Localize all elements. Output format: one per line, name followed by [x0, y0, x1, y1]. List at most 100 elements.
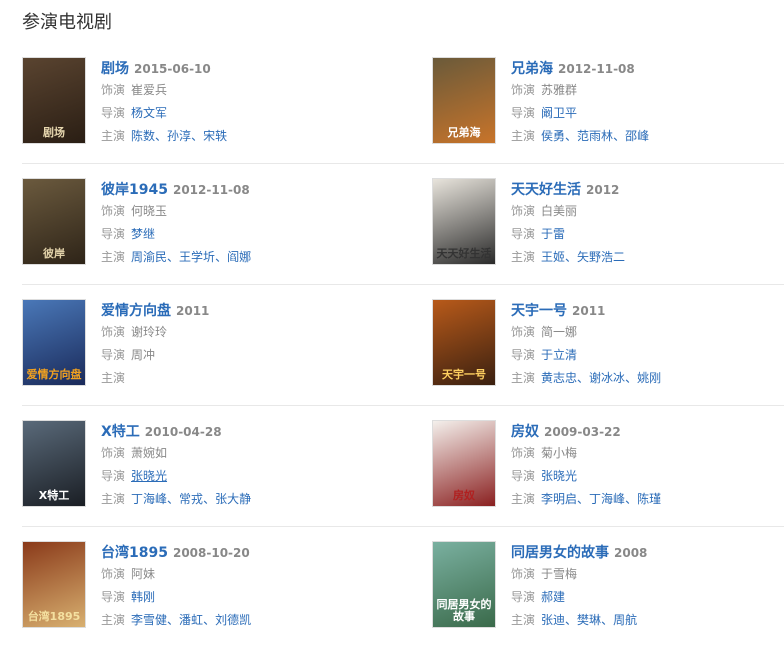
drama-release-date: 2011 [176, 304, 210, 318]
cast-member-link[interactable]: 潘虹 [179, 613, 203, 627]
drama-title-link[interactable]: 兄弟海 [511, 61, 553, 77]
drama-title-link[interactable]: 天天好生活 [511, 182, 581, 198]
drama-row: X特工 X特工 2010-04-28 饰演 萧婉如 导演 张晓光 主演 丁海峰、常戎、张大静 房奴… [0, 406, 784, 527]
drama-title-link[interactable]: 剧场 [101, 61, 129, 77]
drama-poster[interactable]: 天宇一号 [432, 299, 496, 386]
drama-info: 剧场 2015-06-10 饰演 崔爱兵 导演 杨文军 主演 陈数、孙淳、宋轶 [101, 57, 381, 148]
role-line: 饰演 简一娜 [511, 321, 784, 344]
director-link[interactable]: 阚卫平 [541, 106, 577, 120]
drama-title-link[interactable]: 爱情方向盘 [101, 303, 171, 319]
cast-separator: 、 [565, 613, 578, 627]
director-link[interactable]: 韩刚 [131, 590, 155, 604]
cast-separator: 、 [155, 129, 168, 143]
director-link[interactable]: 张晓光 [541, 469, 577, 483]
cast-member-link[interactable]: 黄志忠 [541, 371, 577, 385]
poster-title-art: 天天好生活 [436, 247, 492, 260]
drama-poster[interactable]: X特工 [22, 420, 86, 507]
cast-member-link[interactable]: 邵峰 [625, 129, 649, 143]
drama-title-link[interactable]: 台湾1895 [101, 545, 168, 561]
drama-card: 天天好生活 天天好生活 2012 饰演 白美丽 导演 于雷 主演 王姬、矢野浩二 [432, 178, 784, 268]
cast-member-link[interactable]: 樊琳 [577, 613, 601, 627]
cast-member-link[interactable]: 丁海峰 [589, 492, 625, 506]
role-label: 饰演 [511, 446, 536, 460]
drama-release-date: 2011 [572, 304, 606, 318]
cast-member-link[interactable]: 刘德凯 [215, 613, 251, 627]
cast-member-link[interactable]: 姚刚 [637, 371, 661, 385]
director-line: 导演 郝建 [511, 586, 784, 609]
role-name: 崔爱兵 [131, 83, 168, 97]
poster-image: 同居男女的故事 [433, 542, 495, 627]
drama-release-date: 2012-11-08 [558, 62, 635, 76]
role-name: 谢玲玲 [131, 325, 168, 339]
cast-separator: 、 [565, 250, 578, 264]
cast-member-link[interactable]: 周渝民 [131, 250, 167, 264]
cast-line: 主演 [101, 367, 381, 390]
role-name: 阿妹 [131, 567, 156, 581]
cast-member-link[interactable]: 谢冰冰 [589, 371, 625, 385]
role-line: 饰演 于雪梅 [511, 563, 784, 586]
role-label: 饰演 [101, 567, 126, 581]
cast-line: 主演 侯勇、范雨林、邵峰 [511, 125, 784, 148]
cast-member-link[interactable]: 王学圻 [179, 250, 215, 264]
director-link[interactable]: 于雷 [541, 227, 565, 241]
cast-line: 主演 黄志忠、谢冰冰、姚刚 [511, 367, 784, 390]
cast-member-link[interactable]: 范雨林 [577, 129, 613, 143]
cast-member-link[interactable]: 陈数 [131, 129, 155, 143]
drama-title-link[interactable]: 同居男女的故事 [511, 545, 609, 561]
director-link[interactable]: 张晓光 [131, 469, 167, 483]
drama-poster[interactable]: 同居男女的故事 [432, 541, 496, 628]
drama-title-link[interactable]: 房奴 [511, 424, 539, 440]
cast-member-link[interactable]: 李明启 [541, 492, 577, 506]
poster-title-art: 同居男女的故事 [436, 598, 492, 623]
drama-title-line: 兄弟海 2012-11-08 [511, 57, 784, 79]
drama-poster[interactable]: 房奴 [432, 420, 496, 507]
cast-member-link[interactable]: 张迪 [541, 613, 565, 627]
drama-info: 房奴 2009-03-22 饰演 菊小梅 导演 张晓光 主演 李明启、丁海峰、陈瑾 [511, 420, 784, 511]
cast-separator: 、 [167, 492, 180, 506]
director-label: 导演 [511, 469, 536, 483]
drama-poster[interactable]: 台湾1895 [22, 541, 86, 628]
drama-poster[interactable]: 爱情方向盘 [22, 299, 86, 386]
director-link[interactable]: 郝建 [541, 590, 565, 604]
drama-info: 天天好生活 2012 饰演 白美丽 导演 于雷 主演 王姬、矢野浩二 [511, 178, 784, 269]
drama-poster[interactable]: 彼岸 [22, 178, 86, 265]
cast-member-link[interactable]: 丁海峰 [131, 492, 167, 506]
director-line: 导演 阚卫平 [511, 102, 784, 125]
cast-member-link[interactable]: 侯勇 [541, 129, 565, 143]
cast-label: 主演 [101, 492, 126, 506]
director-link[interactable]: 杨文军 [131, 106, 167, 120]
drama-card: 房奴 房奴 2009-03-22 饰演 菊小梅 导演 张晓光 主演 李明启、丁海峰、陈瑾 [432, 420, 784, 510]
cast-member-link[interactable]: 宋轶 [203, 129, 227, 143]
cast-member-link[interactable]: 王姬 [541, 250, 565, 264]
director-line: 导演 韩刚 [101, 586, 381, 609]
director-line: 导演 周冲 [101, 344, 381, 367]
drama-title-link[interactable]: 彼岸1945 [101, 182, 168, 198]
drama-info: 爱情方向盘 2011 饰演 谢玲玲 导演 周冲 主演 [101, 299, 381, 390]
cast-label: 主演 [101, 250, 126, 264]
drama-info: 同居男女的故事 2008 饰演 于雪梅 导演 郝建 主演 张迪、樊琳、周航 [511, 541, 784, 632]
director-label: 导演 [101, 106, 126, 120]
director-label: 导演 [101, 348, 126, 362]
director-link[interactable]: 梦继 [131, 227, 155, 241]
director-link[interactable]: 于立清 [541, 348, 577, 362]
director-line: 导演 于立清 [511, 344, 784, 367]
cast-member-link[interactable]: 阎娜 [227, 250, 251, 264]
cast-member-link[interactable]: 陈瑾 [637, 492, 661, 506]
drama-title-link[interactable]: X特工 [101, 424, 140, 440]
drama-title-link[interactable]: 天宇一号 [511, 303, 567, 319]
poster-image: 房奴 [433, 421, 495, 506]
cast-member-link[interactable]: 孙淳 [167, 129, 191, 143]
drama-row: 剧场 剧场 2015-06-10 饰演 崔爱兵 导演 杨文军 主演 陈数、孙淳、宋轶 兄弟海 兄弟海… [0, 43, 784, 164]
drama-info: 兄弟海 2012-11-08 饰演 苏雅群 导演 阚卫平 主演 侯勇、范雨林、邵峰 [511, 57, 784, 148]
cast-member-link[interactable]: 矢野浩二 [577, 250, 625, 264]
cast-member-link[interactable]: 张大静 [215, 492, 251, 506]
drama-poster[interactable]: 兄弟海 [432, 57, 496, 144]
cast-separator: 、 [601, 613, 614, 627]
drama-poster[interactable]: 天天好生活 [432, 178, 496, 265]
cast-member-link[interactable]: 常戎 [179, 492, 203, 506]
cast-member-link[interactable]: 周航 [613, 613, 637, 627]
cast-label: 主演 [101, 613, 126, 627]
drama-poster[interactable]: 剧场 [22, 57, 86, 144]
cast-member-link[interactable]: 李雪健 [131, 613, 167, 627]
poster-image: 彼岸 [23, 179, 85, 264]
